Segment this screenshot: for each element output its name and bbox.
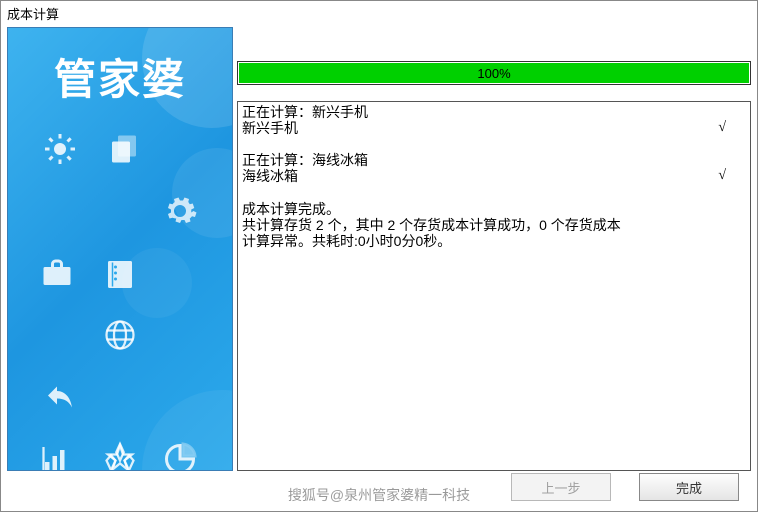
window-title: 成本计算 (7, 7, 59, 22)
log-output: 正在计算：新兴手机新兴手机√ 正在计算：海线冰箱海线冰箱√ 成本计算完成。共计算… (237, 101, 751, 471)
prev-button: 上一步 (511, 473, 611, 501)
log-line: 成本计算完成。 (242, 201, 746, 217)
finish-button[interactable]: 完成 (639, 473, 739, 501)
log-line: 计算异常。共耗时:0小时0分0秒。 (242, 233, 746, 249)
undo-icon (42, 379, 78, 415)
briefcase-icon (39, 255, 75, 291)
brand-logo: 管家婆 (8, 28, 232, 121)
book-icon (102, 255, 138, 291)
copy-icon (106, 131, 142, 167)
progress-text: 100% (477, 66, 510, 81)
log-line (242, 184, 746, 200)
progress-bar: 100% (237, 61, 751, 85)
log-line (242, 136, 746, 152)
log-line: 正在计算：新兴手机 (242, 104, 746, 120)
progress-fill: 100% (239, 63, 749, 83)
title-bar: 成本计算 (1, 1, 757, 23)
log-line: 共计算存货 2 个，其中 2 个存货成本计算成功，0 个存货成本 (242, 217, 746, 233)
globe-icon (102, 317, 138, 353)
check-icon: √ (718, 168, 746, 184)
barchart-icon (39, 441, 75, 471)
log-line: 海线冰箱√ (242, 168, 746, 184)
gear-icon (162, 193, 198, 229)
check-icon: √ (718, 120, 746, 136)
star-icon (102, 441, 138, 471)
log-line: 新兴手机√ (242, 120, 746, 136)
sun-icon (42, 131, 78, 167)
sidebar-panel: 管家婆 (7, 27, 233, 471)
log-line: 正在计算：海线冰箱 (242, 152, 746, 168)
piechart-icon (162, 441, 198, 471)
